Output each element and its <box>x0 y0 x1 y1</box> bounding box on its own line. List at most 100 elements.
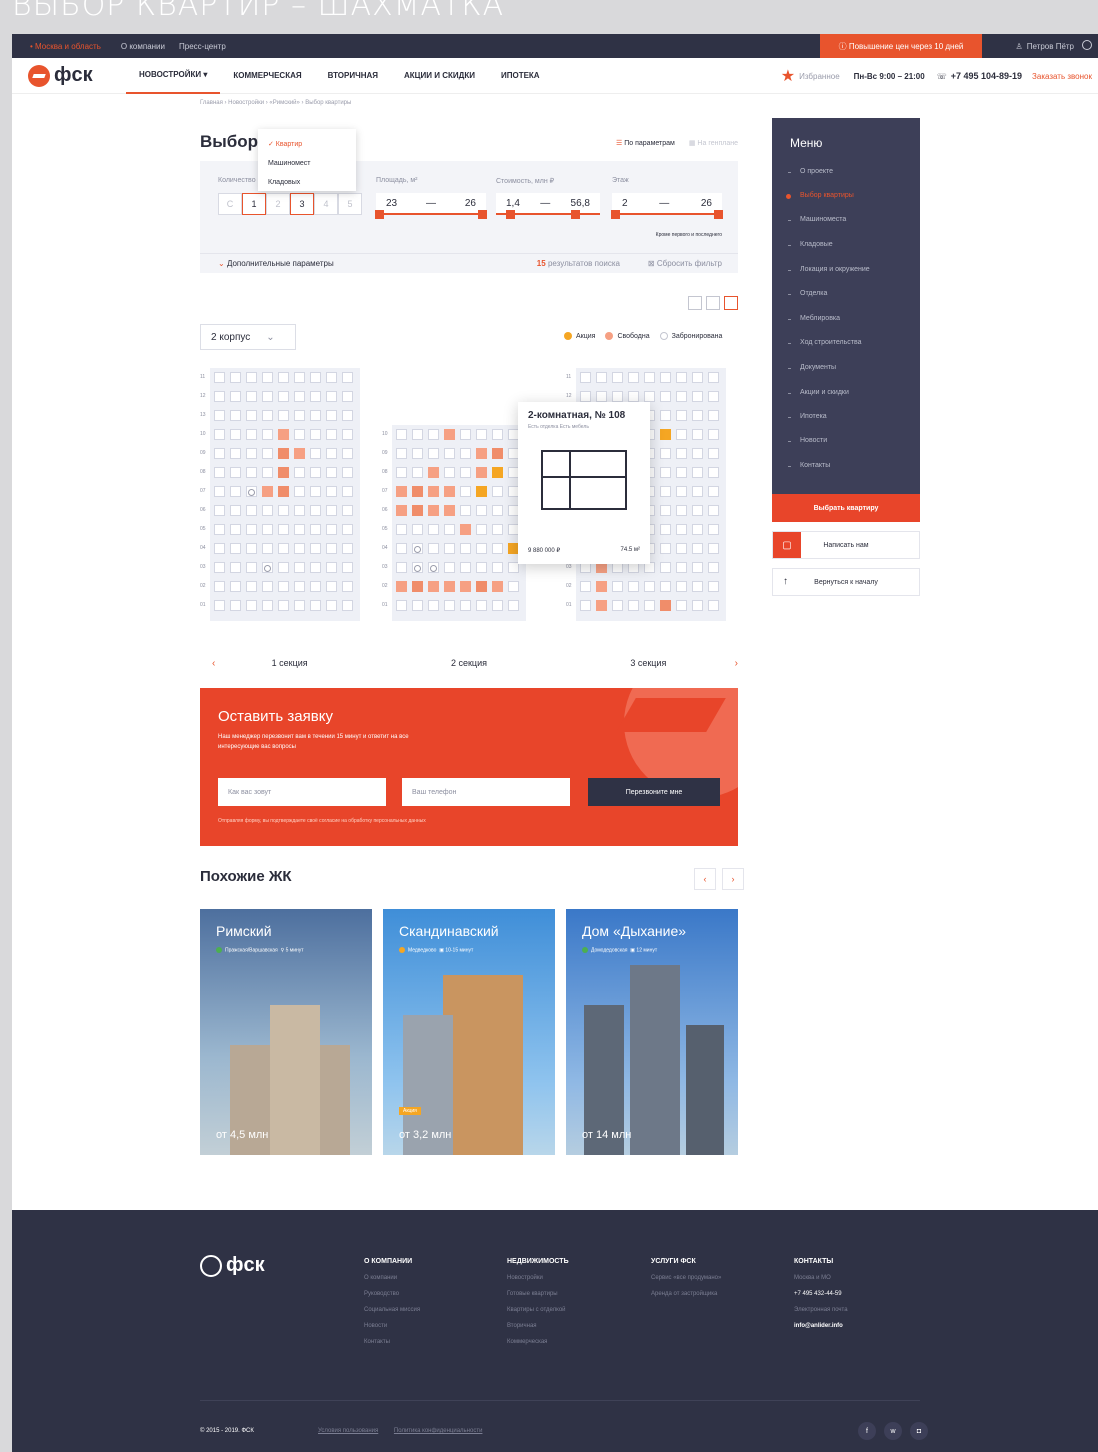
apartment-cell[interactable] <box>294 429 305 440</box>
apartment-cell[interactable] <box>412 581 423 592</box>
apartment-cell[interactable] <box>692 486 703 497</box>
apartment-cell[interactable] <box>246 372 257 383</box>
dropdown-option-storage[interactable]: Кладовых <box>268 173 346 192</box>
apartment-cell[interactable] <box>676 448 687 459</box>
apartment-cell[interactable] <box>444 429 455 440</box>
apartment-cell[interactable] <box>246 581 257 592</box>
apartment-cell[interactable] <box>460 543 471 554</box>
footer-link[interactable]: Новостройки <box>507 1270 569 1286</box>
reset-filter-button[interactable]: ⊠ Сбросить фильтр <box>648 259 722 268</box>
apartment-cell[interactable] <box>246 486 257 497</box>
room-2[interactable]: 2 <box>266 193 290 215</box>
grid-view-icon[interactable] <box>706 296 720 310</box>
apartment-cell[interactable] <box>230 429 241 440</box>
apartment-cell[interactable] <box>676 391 687 402</box>
apartment-cell[interactable] <box>660 600 671 611</box>
apartment-cell[interactable] <box>326 600 337 611</box>
side-menu-item[interactable]: Новости <box>787 437 827 444</box>
room-1[interactable]: 1 <box>242 193 266 215</box>
apartment-cell[interactable] <box>460 448 471 459</box>
chevron-left-icon[interactable]: ‹ <box>212 658 215 669</box>
apartment-cell[interactable] <box>310 372 321 383</box>
apartment-cell[interactable] <box>612 600 623 611</box>
apartment-cell[interactable] <box>262 562 273 573</box>
apartment-cell[interactable] <box>214 581 225 592</box>
apartment-cell[interactable] <box>676 524 687 535</box>
search-icon[interactable] <box>1082 40 1092 50</box>
apartment-cell[interactable] <box>708 467 719 478</box>
similar-card-scandinavian[interactable]: Скандинавский Медведково ▣ 10-15 минут А… <box>383 909 555 1155</box>
instagram-icon[interactable]: ◘ <box>910 1422 928 1440</box>
apartment-cell[interactable] <box>708 600 719 611</box>
logo[interactable]: фск <box>28 64 126 87</box>
footer-link[interactable]: Коммерческая <box>507 1334 569 1350</box>
footer-link[interactable]: Руководство <box>364 1286 420 1302</box>
apartment-cell[interactable] <box>676 486 687 497</box>
apartment-cell[interactable] <box>310 467 321 478</box>
apartment-cell[interactable] <box>214 372 225 383</box>
apartment-cell[interactable] <box>294 505 305 516</box>
apartment-cell[interactable] <box>692 600 703 611</box>
apartment-cell[interactable] <box>644 372 655 383</box>
apartment-cell[interactable] <box>310 448 321 459</box>
side-menu-item[interactable]: Меблировка <box>787 315 840 322</box>
apartment-cell[interactable] <box>444 524 455 535</box>
apartment-cell[interactable] <box>214 505 225 516</box>
apartment-cell[interactable] <box>660 467 671 478</box>
apartment-cell[interactable] <box>676 467 687 478</box>
room-3[interactable]: 3 <box>290 193 314 215</box>
apartment-cell[interactable] <box>460 562 471 573</box>
apartment-cell[interactable] <box>660 410 671 421</box>
phone-number[interactable]: +7 495 104-89-19 <box>951 71 1022 81</box>
apartment-cell[interactable] <box>708 486 719 497</box>
slider-handle[interactable] <box>375 210 384 219</box>
slider-handle[interactable] <box>478 210 487 219</box>
apartment-cell[interactable] <box>310 600 321 611</box>
apartment-cell[interactable] <box>342 524 353 535</box>
side-menu-item[interactable]: Машиноместа <box>787 216 846 223</box>
apartment-cell[interactable] <box>460 486 471 497</box>
side-menu-item[interactable]: Отделка <box>787 290 827 297</box>
apartment-cell[interactable] <box>230 524 241 535</box>
slider-handle[interactable] <box>611 210 620 219</box>
apartment-cell[interactable] <box>278 391 289 402</box>
apartment-cell[interactable] <box>444 467 455 478</box>
apartment-cell[interactable] <box>396 448 407 459</box>
apartment-cell[interactable] <box>428 486 439 497</box>
apartment-cell[interactable] <box>342 581 353 592</box>
apartment-cell[interactable] <box>326 410 337 421</box>
footer-link[interactable]: Контакты <box>364 1334 420 1350</box>
building-select[interactable]: 2 корпус ⌄ <box>200 324 296 350</box>
apartment-cell[interactable] <box>278 543 289 554</box>
chess-view-icon[interactable] <box>724 296 738 310</box>
apartment-cell[interactable] <box>214 543 225 554</box>
apartment-cell[interactable] <box>692 467 703 478</box>
apartment-cell[interactable] <box>708 524 719 535</box>
apartment-cell[interactable] <box>412 562 423 573</box>
apartment-cell[interactable] <box>326 467 337 478</box>
apartment-cell[interactable] <box>230 600 241 611</box>
apartment-cell[interactable] <box>580 372 591 383</box>
apartment-cell[interactable] <box>628 600 639 611</box>
topbar-link-press[interactable]: Пресс-центр <box>179 42 226 51</box>
apartment-cell[interactable] <box>230 581 241 592</box>
apartment-cell[interactable] <box>326 391 337 402</box>
footer-link[interactable]: Новости <box>364 1318 420 1334</box>
apartment-cell[interactable] <box>708 562 719 573</box>
apartment-cell[interactable] <box>444 505 455 516</box>
apartment-cell[interactable] <box>460 524 471 535</box>
apartment-cell[interactable] <box>708 448 719 459</box>
apartment-cell[interactable] <box>628 391 639 402</box>
apartment-cell[interactable] <box>214 410 225 421</box>
apartment-cell[interactable] <box>230 486 241 497</box>
apartment-cell[interactable] <box>428 448 439 459</box>
apartment-cell[interactable] <box>660 391 671 402</box>
apartment-cell[interactable] <box>342 543 353 554</box>
apartment-cell[interactable] <box>660 581 671 592</box>
apartment-cell[interactable] <box>278 410 289 421</box>
apartment-cell[interactable] <box>676 600 687 611</box>
apartment-cell[interactable] <box>262 448 273 459</box>
user-link[interactable]: ♙ Петров Пётр <box>1016 34 1074 58</box>
footer-link[interactable]: Социальная миссия <box>364 1302 420 1318</box>
slider-handle[interactable] <box>571 210 580 219</box>
